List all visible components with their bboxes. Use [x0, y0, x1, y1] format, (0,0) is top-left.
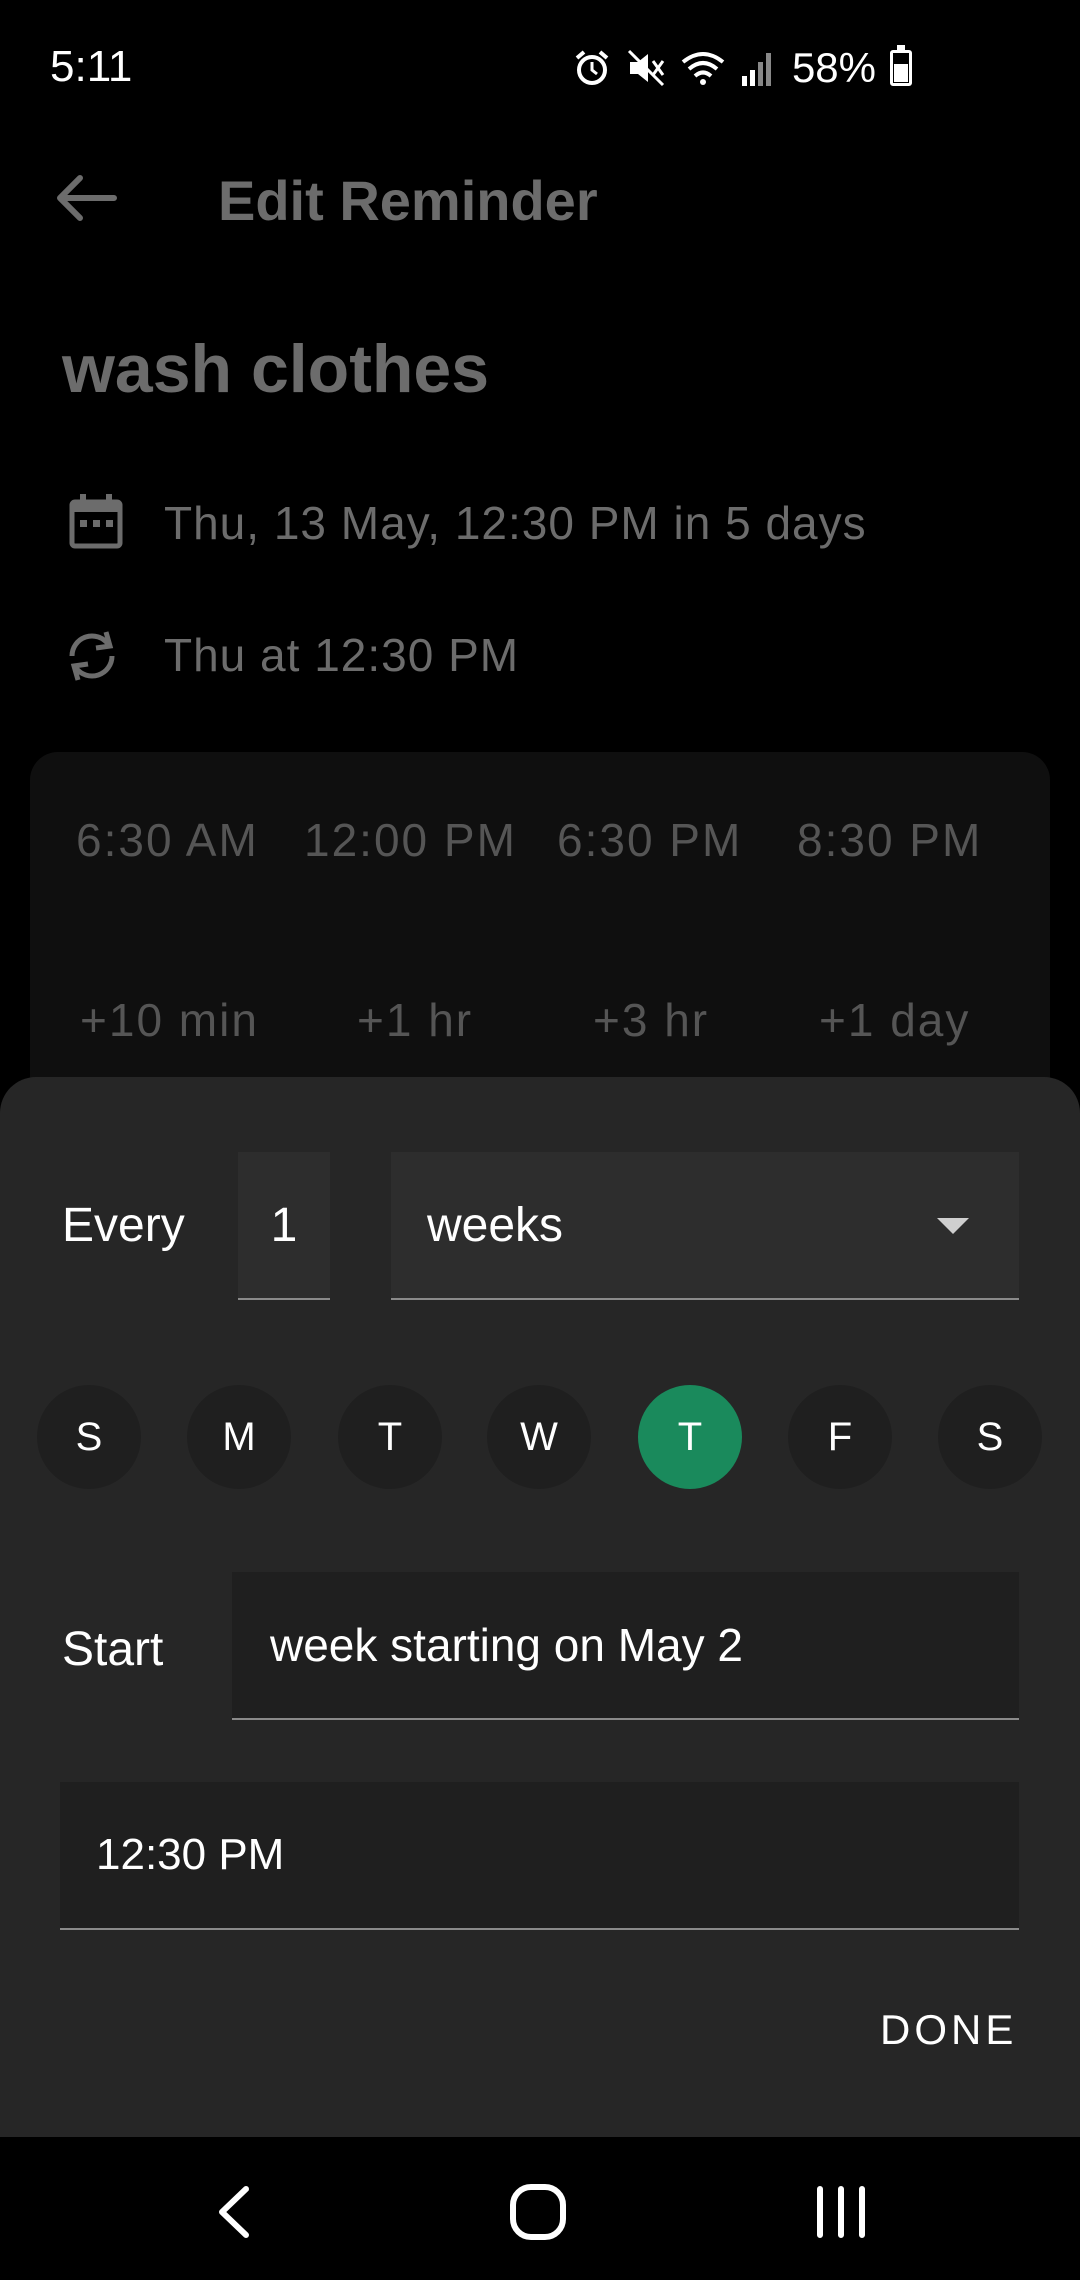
- reminder-title[interactable]: wash clothes: [62, 330, 489, 408]
- reminder-repeat[interactable]: Thu at 12:30 PM: [164, 628, 519, 682]
- day-toggle-friday[interactable]: F: [788, 1385, 892, 1489]
- quick-time-button[interactable]: 6:30 PM: [557, 813, 742, 867]
- nav-home-icon[interactable]: [493, 2167, 583, 2257]
- alarm-icon: [575, 50, 609, 85]
- day-toggle-sunday[interactable]: S: [37, 1385, 141, 1489]
- start-label: Start: [62, 1623, 164, 1676]
- status-icons: 58%: [572, 44, 912, 92]
- day-toggle-monday[interactable]: M: [187, 1385, 291, 1489]
- quick-time-button[interactable]: 6:30 AM: [76, 813, 259, 867]
- time-value: 12:30 PM: [96, 1830, 285, 1879]
- wifi-icon: [681, 52, 725, 85]
- repeat-icon: [69, 631, 115, 681]
- signal-icon: [741, 53, 771, 86]
- reminder-date[interactable]: Thu, 13 May, 12:30 PM in 5 days: [164, 496, 867, 550]
- nav-back-icon[interactable]: [190, 2167, 280, 2257]
- navigation-bar: [0, 2137, 1080, 2280]
- time-field[interactable]: 12:30 PM: [60, 1782, 1019, 1930]
- page-title: Edit Reminder: [218, 169, 598, 232]
- arrow-left-icon[interactable]: [52, 168, 122, 228]
- dropdown-arrow-icon: [937, 1218, 969, 1234]
- quick-time-button[interactable]: 8:30 PM: [797, 813, 982, 867]
- quick-add-button[interactable]: +3 hr: [593, 993, 709, 1047]
- quick-add-button[interactable]: +1 day: [819, 993, 970, 1047]
- quick-add-button[interactable]: +10 min: [80, 993, 259, 1047]
- calendar-icon: [69, 494, 123, 549]
- start-date-field[interactable]: week starting on May 2: [232, 1572, 1019, 1720]
- status-time: 5:11: [50, 42, 133, 91]
- battery-percent: 58%: [791, 44, 876, 91]
- day-toggle-tuesday[interactable]: T: [338, 1385, 442, 1489]
- unit-dropdown[interactable]: weeks: [391, 1152, 1019, 1300]
- mute-icon: [627, 49, 665, 87]
- nav-recents-icon[interactable]: [796, 2167, 886, 2257]
- interval-input[interactable]: 1: [238, 1152, 330, 1300]
- unit-value: weeks: [427, 1199, 564, 1252]
- every-label: Every: [62, 1199, 185, 1252]
- day-toggle-saturday[interactable]: S: [938, 1385, 1042, 1489]
- start-date-value: week starting on May 2: [270, 1619, 744, 1671]
- done-button[interactable]: DONE: [880, 2006, 1017, 2054]
- day-toggle-thursday[interactable]: T: [638, 1385, 742, 1489]
- quick-time-button[interactable]: 12:00 PM: [304, 813, 517, 867]
- battery-icon: [890, 45, 912, 86]
- quick-add-button[interactable]: +1 hr: [357, 993, 473, 1047]
- day-toggle-wednesday[interactable]: W: [487, 1385, 591, 1489]
